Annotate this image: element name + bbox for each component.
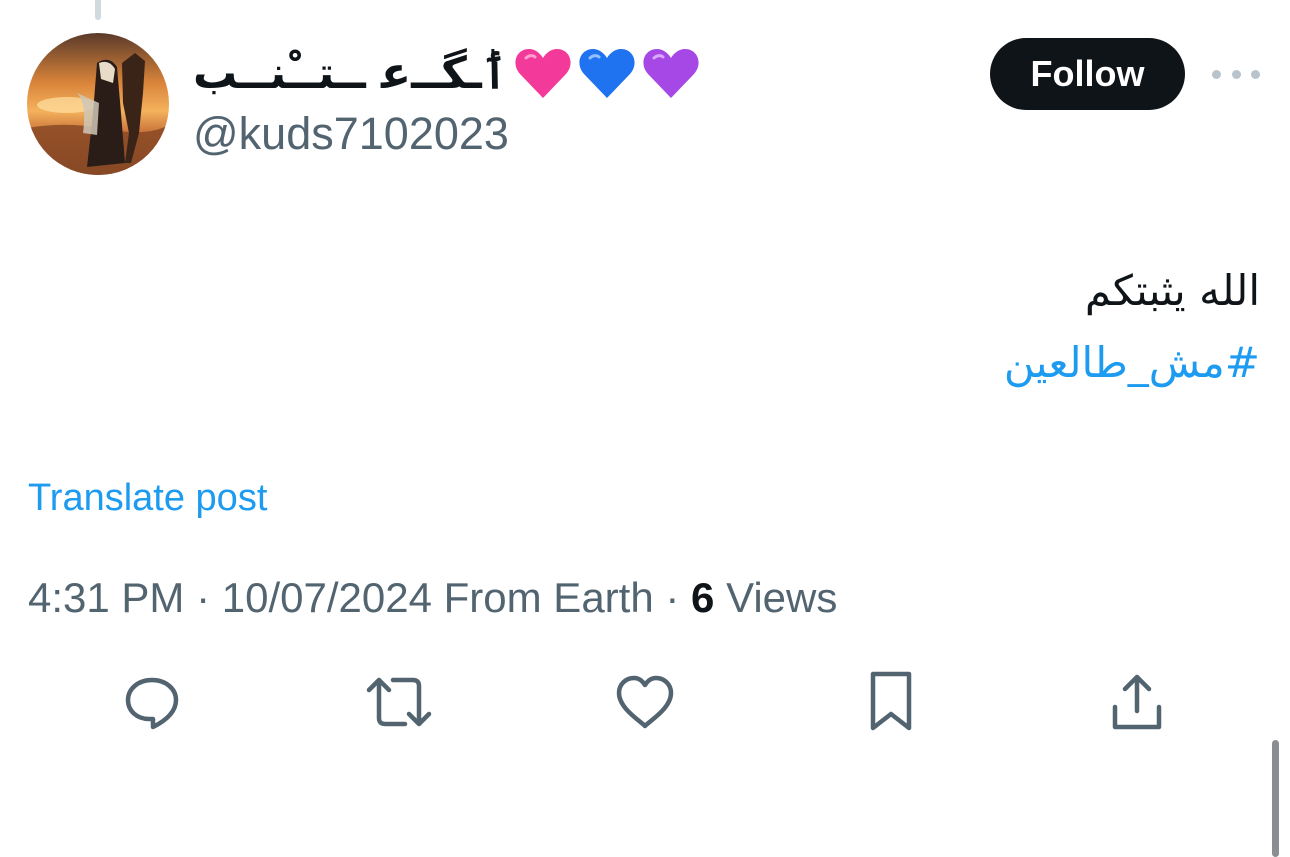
pink-heart-icon	[514, 46, 572, 100]
reply-button[interactable]	[118, 668, 186, 736]
post-text: الله يثبتكم	[1084, 266, 1260, 315]
blue-heart-icon	[578, 46, 636, 100]
bookmark-icon	[870, 671, 912, 731]
display-name[interactable]: ٲ‌ٰـگــ‌ﻋ ــتــْنــب	[193, 40, 700, 106]
display-name-text: ٲ‌ٰـگــ‌ﻋ ــتــْنــب	[193, 47, 508, 99]
more-dots-icon	[1231, 69, 1241, 79]
share-icon	[1112, 674, 1162, 730]
more-options-button[interactable]	[1212, 60, 1260, 88]
avatar-image	[27, 33, 169, 175]
post-source: From Earth	[443, 574, 654, 621]
purple-heart-icon	[642, 46, 700, 100]
follow-button[interactable]: Follow	[990, 38, 1185, 110]
thread-connector-line	[95, 0, 101, 20]
hashtag-link[interactable]: #مش_طالعين	[1004, 327, 1260, 399]
meta-separator: ·	[196, 574, 211, 621]
reply-icon	[125, 677, 179, 730]
more-dots-icon	[1251, 69, 1260, 79]
share-button[interactable]	[1103, 668, 1171, 736]
views-label: Views	[726, 574, 838, 621]
views-count: 6	[691, 574, 715, 621]
translate-post-link[interactable]: Translate post	[28, 477, 267, 520]
more-dots-icon	[1212, 69, 1221, 79]
repost-icon	[366, 677, 432, 727]
heart-icon	[616, 675, 674, 729]
post-body: الله يثبتكم #مش_طالعين	[1004, 255, 1260, 399]
repost-button[interactable]	[365, 668, 433, 736]
like-button[interactable]	[611, 668, 679, 736]
bookmark-button[interactable]	[857, 668, 925, 736]
user-handle[interactable]: @kuds7102023	[193, 108, 509, 160]
meta-separator: ·	[665, 574, 680, 621]
post-time[interactable]: 4:31 PM	[28, 574, 184, 621]
post-date[interactable]: 10/07/2024	[222, 574, 432, 621]
avatar[interactable]	[27, 33, 169, 175]
post-metadata: 4:31 PM · 10/07/2024 From Earth · 6 View…	[28, 574, 837, 622]
scrollbar[interactable]	[1272, 740, 1279, 857]
